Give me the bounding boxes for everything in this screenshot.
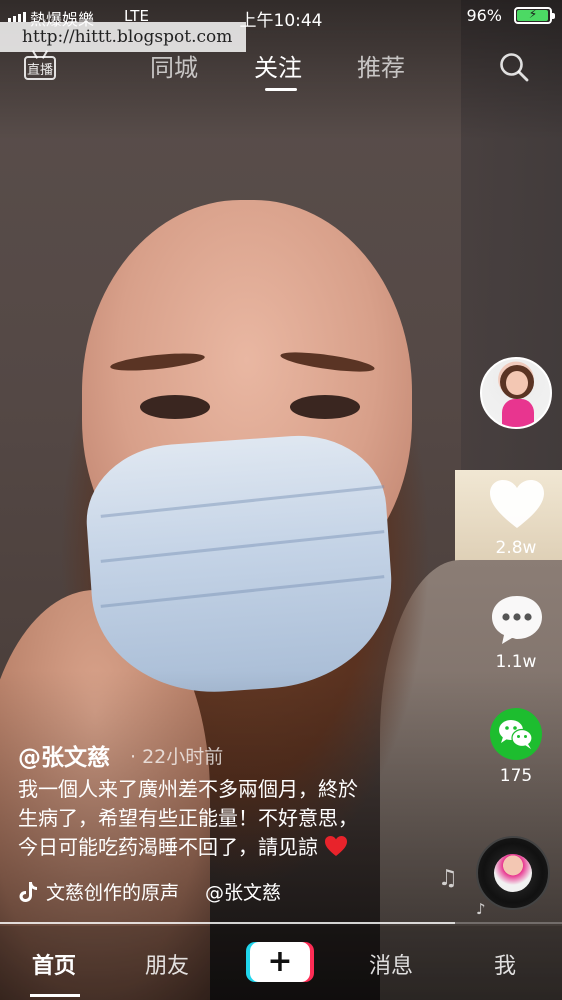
share-count: 175 [499, 766, 533, 786]
music-title: 文慈创作的原声 [46, 882, 180, 904]
plus-icon: + [267, 944, 293, 979]
active-tab-indicator [265, 88, 297, 91]
floating-note-icon: ♫ [438, 866, 458, 891]
comment-count: 1.1w [495, 652, 537, 672]
share-wechat-button[interactable] [490, 708, 542, 760]
search-icon[interactable] [498, 51, 530, 83]
tab-following[interactable]: 关注 [254, 48, 302, 83]
author-avatar[interactable] [480, 357, 552, 429]
battery-percent: 96% [466, 6, 502, 25]
floating-note-icon: ♪ [476, 900, 486, 918]
tab-local[interactable]: 同城 [150, 48, 198, 83]
caption-line: 今日可能吃药渴睡不回了，請见諒 [18, 833, 418, 862]
background-eye [140, 395, 210, 419]
avatar-face [506, 371, 528, 395]
live-button[interactable]: 直播 [24, 50, 60, 80]
background-eye [290, 395, 360, 419]
create-post-button[interactable]: + [246, 942, 314, 982]
video-progress-fill [0, 922, 456, 924]
like-heart-icon[interactable] [488, 478, 546, 530]
music-credit: @张文慈 [205, 882, 282, 904]
nav-home[interactable]: 首页 [32, 948, 76, 980]
red-heart-icon [325, 836, 347, 856]
live-label: 直播 [26, 63, 53, 78]
author-name[interactable]: @张文慈 [18, 738, 110, 772]
nav-profile[interactable]: 我 [494, 948, 516, 980]
video-progress-bar[interactable] [0, 922, 562, 924]
nav-friends[interactable]: 朋友 [145, 948, 189, 980]
post-time: · 22小时前 [130, 746, 224, 768]
caption-line: 我一個人来了廣州差不多兩個月，終於 [18, 777, 358, 801]
active-nav-indicator [30, 994, 80, 997]
music-disc-cover [494, 854, 532, 892]
post-caption: 我一個人来了廣州差不多兩個月，終於 生病了，希望有些正能量！不好意思， 今日可能… [18, 775, 418, 862]
like-count: 2.8w [495, 538, 537, 558]
bottom-nav: 首页 朋友 + 消息 我 [0, 926, 562, 1000]
music-info[interactable]: 文慈创作的原声 @张文慈 [18, 878, 318, 908]
comment-bubble-icon[interactable] [490, 594, 544, 646]
caption-line-text: 今日可能吃药渴睡不回了，請见諒 [18, 835, 318, 859]
top-nav: 直播 同城 关注 推荐 [0, 38, 562, 94]
wechat-icon [499, 720, 533, 749]
nav-messages[interactable]: 消息 [369, 948, 413, 980]
music-disc[interactable] [476, 836, 550, 910]
charging-bolt-icon: ⚡ [528, 7, 538, 21]
avatar-dress [502, 399, 534, 427]
caption-line: 生病了，希望有些正能量！不好意思， [18, 806, 358, 830]
tab-recommended[interactable]: 推荐 [357, 48, 405, 83]
tiktok-note-icon [19, 882, 37, 902]
battery-icon: ⚡ [514, 7, 555, 24]
